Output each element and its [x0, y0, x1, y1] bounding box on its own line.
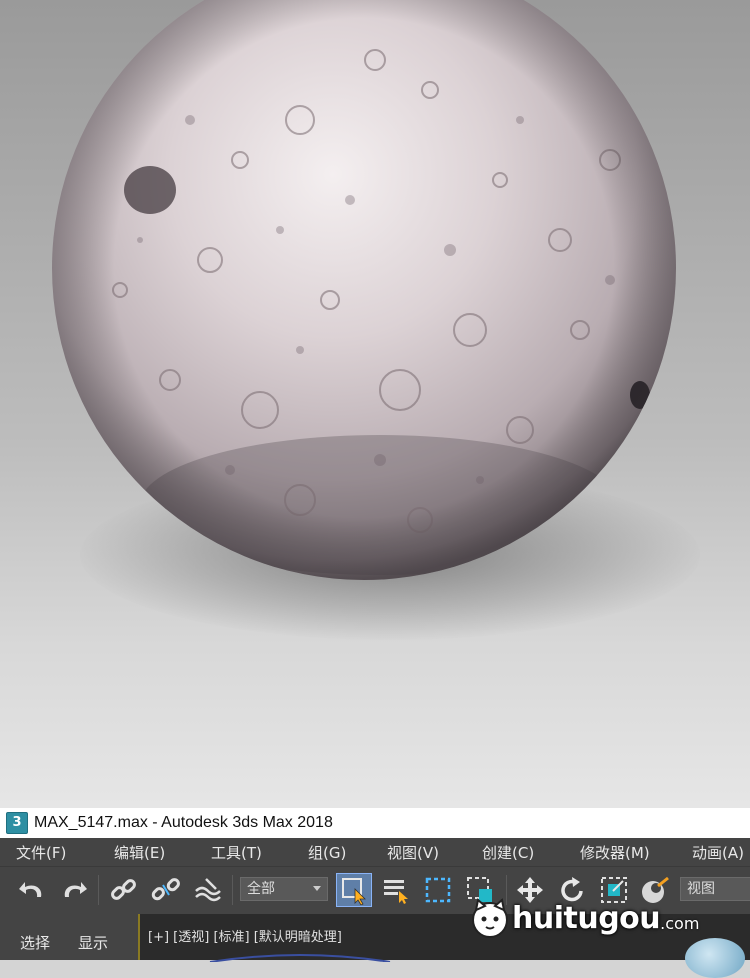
- menu-bar: 文件(F) 编辑(E) 工具(T) 组(G) 视图(V) 创建(C) 修改器(M…: [0, 838, 750, 866]
- window-titlebar: 3 MAX_5147.max - Autodesk 3ds Max 2018: [0, 808, 750, 838]
- render-preview: [0, 0, 750, 808]
- selection-filter-value: 全部: [247, 881, 275, 897]
- toolbar-separator: [98, 875, 99, 905]
- rect-selection-icon: [425, 877, 451, 903]
- bind-to-spacewarp-button[interactable]: [190, 873, 226, 907]
- select-object-button[interactable]: [336, 873, 372, 907]
- undo-button[interactable]: [14, 873, 50, 907]
- menu-animation[interactable]: 动画(A): [692, 842, 744, 863]
- cat-logo-icon: [472, 898, 508, 938]
- tab-select[interactable]: 选择: [20, 932, 50, 953]
- menu-views[interactable]: 视图(V): [387, 842, 439, 863]
- unlink-icon: [151, 878, 180, 901]
- menu-file[interactable]: 文件(F): [16, 842, 66, 863]
- bind-spacewarp-icon: [195, 878, 221, 902]
- menu-create[interactable]: 创建(C): [482, 842, 534, 863]
- watermark-logo: huitugou .com: [468, 896, 699, 940]
- reference-coordinate-value: 视图: [687, 881, 715, 897]
- select-object-icon: [342, 878, 366, 905]
- tab-display[interactable]: 显示: [78, 932, 108, 953]
- watermark-text: huitugou: [512, 900, 661, 936]
- rectangular-selection-region-button[interactable]: [420, 873, 456, 907]
- selection-filter-dropdown[interactable]: 全部: [240, 877, 328, 901]
- menu-group[interactable]: 组(G): [308, 842, 346, 863]
- menu-tools[interactable]: 工具(T): [211, 842, 262, 863]
- select-by-name-button[interactable]: [378, 873, 414, 907]
- menu-edit[interactable]: 编辑(E): [114, 842, 165, 863]
- viewport-label[interactable]: [+] [透视] [标准] [默认明暗处理]: [148, 926, 342, 945]
- select-and-link-button[interactable]: [106, 873, 142, 907]
- link-icon: [111, 879, 136, 900]
- moon-sphere: [52, 0, 676, 580]
- window-title: MAX_5147.max - Autodesk 3ds Max 2018: [34, 814, 333, 831]
- viewport-object-outline: [209, 954, 391, 962]
- chevron-down-icon: [313, 886, 321, 891]
- select-by-name-icon: [384, 880, 408, 904]
- watermark-suffix: .com: [660, 913, 700, 933]
- menu-modifiers[interactable]: 修改器(M): [580, 842, 650, 863]
- undo-icon: [19, 882, 42, 897]
- redo-icon: [64, 882, 87, 897]
- viewport-sphere-preview: [685, 938, 745, 978]
- 3dsmax-app-icon[interactable]: 3: [6, 812, 28, 834]
- unlink-selection-button[interactable]: [148, 873, 184, 907]
- redo-button[interactable]: [56, 873, 92, 907]
- toolbar-separator: [232, 875, 233, 905]
